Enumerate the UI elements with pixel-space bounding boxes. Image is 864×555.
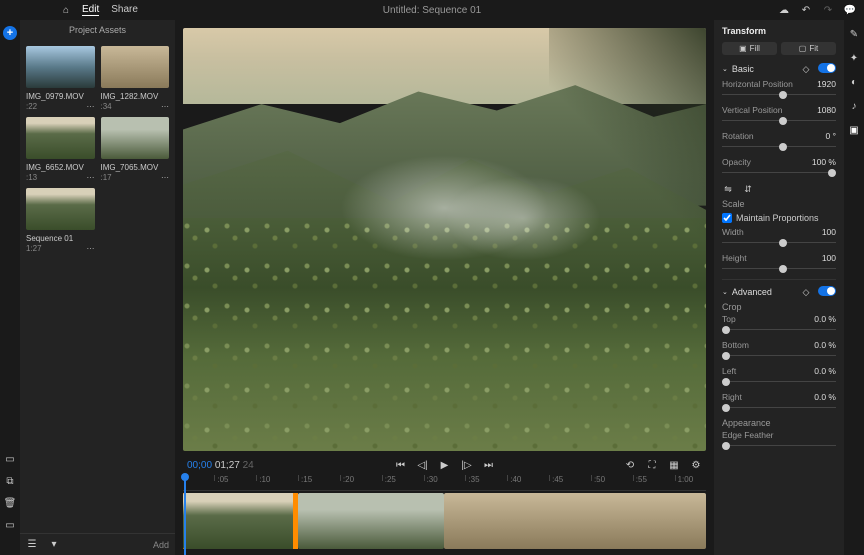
fit-button[interactable]: ▢Fit (781, 42, 836, 55)
quality-icon[interactable]: ▦ (668, 459, 680, 471)
scale-label: Scale (722, 199, 836, 209)
crop-right-slider[interactable] (722, 404, 836, 412)
crop-top-slider[interactable] (722, 326, 836, 334)
basic-section[interactable]: ⌄ Basic ◇ (722, 63, 836, 75)
height-slider[interactable] (722, 265, 836, 273)
folder-icon[interactable]: ▭ (4, 519, 16, 531)
fill-button[interactable]: ▣Fill (722, 42, 777, 55)
properties-panel: Transform ▣Fill ▢Fit ⌄ Basic ◇ Horizonta… (714, 20, 844, 555)
audio-icon[interactable]: ♪ (848, 100, 860, 112)
crop-bottom-slider[interactable] (722, 352, 836, 360)
list-view-icon[interactable]: ☰ (26, 539, 38, 551)
right-toolbar: ✎ ✦ ◐ ♪ ▣ (844, 20, 864, 555)
asset-item[interactable]: IMG_7065.MOV :17⋯ (101, 117, 170, 182)
document-title: Untitled: Sequence 01 (383, 5, 481, 16)
crop-left-slider[interactable] (722, 378, 836, 386)
skip-forward-icon[interactable]: ⏭ (483, 459, 495, 471)
asset-menu-icon[interactable]: ⋯ (87, 173, 95, 182)
crop-label: Crop (722, 302, 836, 312)
keyframe-icon[interactable]: ◇ (800, 63, 812, 75)
panel-title: Transform (722, 26, 836, 36)
project-assets-panel: Project Assets IMG_0979.MOV :22⋯ IMG_128… (20, 20, 175, 555)
h-pos-slider[interactable] (722, 91, 836, 99)
step-forward-icon[interactable]: |▷ (461, 459, 473, 471)
add-media-button[interactable]: + (3, 26, 17, 40)
menu-share[interactable]: Share (111, 4, 138, 16)
asset-item[interactable]: Sequence 01 1:27⋯ (26, 188, 95, 253)
transform-icon[interactable]: ▣ (848, 124, 860, 136)
center-panel: 00;00 01;27 24 ⏮ ◁| ▶ |▷ ⏭ ⟲ ⛶ ▦ ⚙ (175, 20, 714, 555)
playback-controls: 00;00 01;27 24 ⏮ ◁| ▶ |▷ ⏭ ⟲ ⛶ ▦ ⚙ (175, 455, 714, 475)
asset-menu-icon[interactable]: ⋯ (161, 102, 169, 111)
flip-v-icon[interactable]: ⇵ (742, 183, 754, 195)
playhead[interactable] (184, 475, 186, 555)
flip-h-icon[interactable]: ⇋ (722, 183, 734, 195)
comment-icon[interactable]: 💬 (844, 4, 856, 16)
trash-icon[interactable]: 🗑 (4, 497, 16, 509)
edit-icon[interactable]: ✎ (848, 28, 860, 40)
top-bar: ⌂ Edit Share Untitled: Sequence 01 ☁ ↶ ↷… (0, 0, 864, 20)
loop-icon[interactable]: ⟲ (624, 459, 636, 471)
timeline[interactable]: :05 :10 :15 :20 :25 :30 :35 :40 :45 :50 … (175, 475, 714, 555)
asset-item[interactable]: IMG_6652.MOV :13⋯ (26, 117, 95, 182)
timecode: 00;00 01;27 24 (187, 460, 254, 471)
advanced-section[interactable]: ⌄ Advanced ◇ (722, 286, 836, 298)
width-slider[interactable] (722, 239, 836, 247)
chevron-down-icon: ⌄ (722, 288, 728, 296)
left-toolbar: + ▭ ⧉ 🗑 ▭ (0, 20, 20, 555)
maintain-proportions-checkbox[interactable] (722, 213, 732, 223)
color-icon[interactable]: ◐ (848, 76, 860, 88)
timeline-clip[interactable] (444, 493, 706, 549)
redo-icon[interactable]: ↷ (822, 4, 834, 16)
asset-menu-icon[interactable]: ⋯ (161, 173, 169, 182)
duplicate-icon[interactable]: ⧉ (4, 475, 16, 487)
chevron-down-icon: ⌄ (722, 65, 728, 73)
skip-back-icon[interactable]: ⏮ (395, 459, 407, 471)
asset-item[interactable]: IMG_1282.MOV :34⋯ (101, 46, 170, 111)
asset-item[interactable]: IMG_0979.MOV :22⋯ (26, 46, 95, 111)
asset-menu-icon[interactable]: ⋯ (87, 102, 95, 111)
rotation-slider[interactable] (722, 143, 836, 151)
timeline-clip[interactable] (298, 493, 444, 549)
adjust-icon[interactable]: ✦ (848, 52, 860, 64)
page-icon[interactable]: ▭ (4, 453, 16, 465)
timeline-ruler[interactable]: :05 :10 :15 :20 :25 :30 :35 :40 :45 :50 … (183, 475, 706, 491)
v-pos-slider[interactable] (722, 117, 836, 125)
filter-icon[interactable]: ▾ (48, 539, 60, 551)
timeline-clip[interactable] (183, 493, 298, 549)
section-toggle[interactable] (818, 286, 836, 296)
home-icon[interactable]: ⌂ (60, 4, 72, 16)
fullscreen-icon[interactable]: ⛶ (646, 459, 658, 471)
settings-icon[interactable]: ⚙ (690, 459, 702, 471)
play-icon[interactable]: ▶ (439, 459, 451, 471)
opacity-slider[interactable] (722, 169, 836, 177)
cloud-icon[interactable]: ☁ (778, 4, 790, 16)
undo-icon[interactable]: ↶ (800, 4, 812, 16)
section-toggle[interactable] (818, 63, 836, 73)
asset-menu-icon[interactable]: ⋯ (87, 244, 95, 253)
menu-edit[interactable]: Edit (82, 4, 99, 16)
feather-slider[interactable] (722, 442, 836, 450)
keyframe-icon[interactable]: ◇ (800, 286, 812, 298)
video-preview[interactable] (183, 28, 706, 451)
assets-header: Project Assets (20, 20, 175, 40)
appearance-label: Appearance (722, 418, 836, 428)
step-back-icon[interactable]: ◁| (417, 459, 429, 471)
add-button[interactable]: Add (153, 540, 169, 550)
